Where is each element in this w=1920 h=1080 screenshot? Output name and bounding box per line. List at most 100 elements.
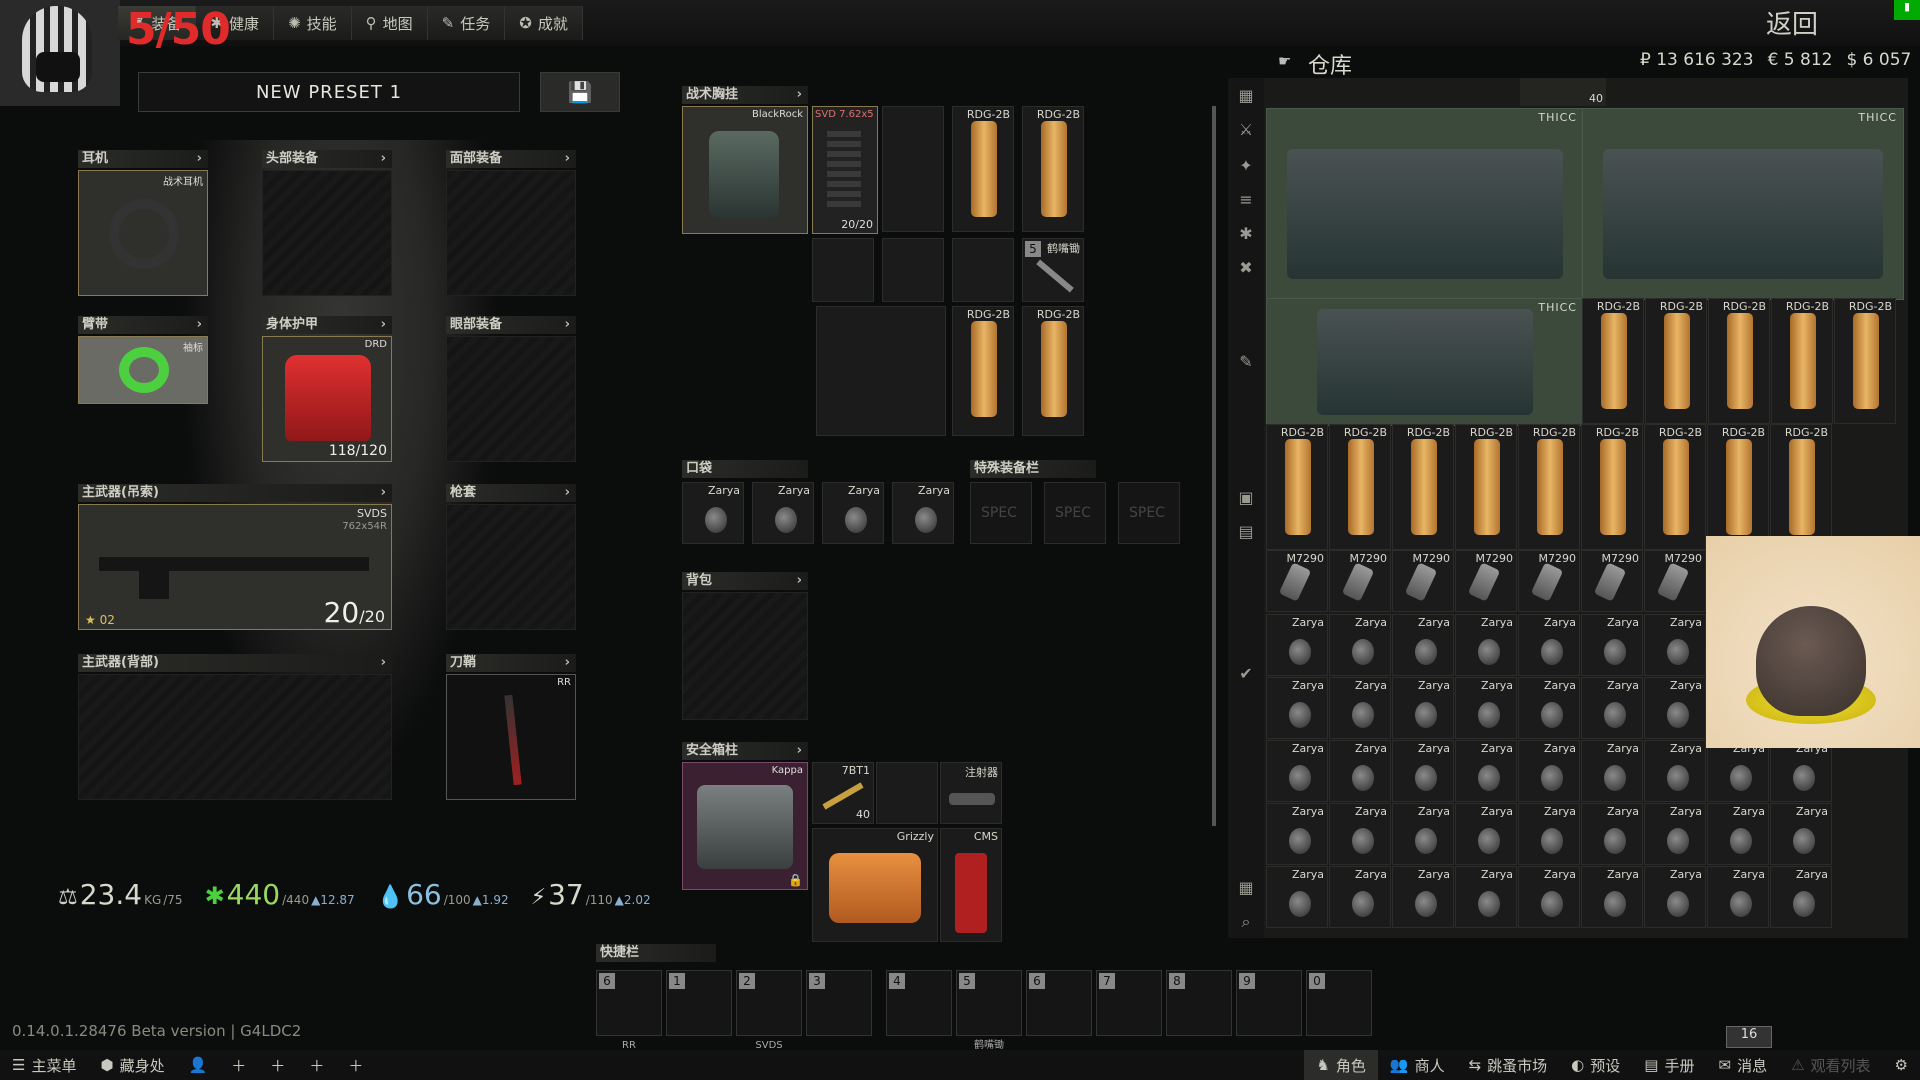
- stash-item-zarya[interactable]: Zarya: [1392, 614, 1454, 676]
- chevron-right-icon[interactable]: ›: [565, 654, 576, 672]
- rig-cell[interactable]: [882, 238, 944, 302]
- quickbar-slot[interactable]: 8: [1166, 970, 1232, 1036]
- stash-item-zarya[interactable]: Zarya: [1266, 866, 1328, 928]
- stash-item-zarya[interactable]: Zarya: [1581, 866, 1643, 928]
- chevron-right-icon[interactable]: ›: [381, 316, 392, 334]
- stash-item-zarya[interactable]: Zarya: [1518, 866, 1580, 928]
- rig-rdg-cell[interactable]: RDG-2B: [952, 306, 1014, 436]
- scabbard-slot[interactable]: RR: [446, 674, 576, 800]
- ammo-filter-icon[interactable]: ≡: [1236, 190, 1256, 210]
- secure-cms-cell[interactable]: CMS: [940, 828, 1002, 942]
- stash-item-rdg[interactable]: RDG-2B: [1771, 298, 1833, 424]
- chevron-right-icon[interactable]: ›: [197, 316, 208, 334]
- stash-item-m7290[interactable]: M7290: [1266, 550, 1328, 612]
- armband-slot[interactable]: 袖标: [78, 336, 208, 404]
- stash-item-zarya[interactable]: Zarya: [1329, 677, 1391, 739]
- stash-item-zarya[interactable]: Zarya: [1266, 677, 1328, 739]
- tab-achievements[interactable]: ✪ 成就: [505, 6, 583, 40]
- tab-skills[interactable]: ✺ 技能: [274, 6, 352, 40]
- quickbar-slot[interactable]: 3: [806, 970, 872, 1036]
- special-slot[interactable]: SPEC: [1118, 482, 1180, 544]
- special-slot[interactable]: SPEC: [970, 482, 1032, 544]
- stash-item-zarya[interactable]: Zarya: [1455, 803, 1517, 865]
- quickbar-slot[interactable]: 9: [1236, 970, 1302, 1036]
- stash-item-rdg[interactable]: RDG-2B: [1581, 424, 1643, 550]
- backpack-slot[interactable]: [682, 592, 808, 720]
- body-armor-slot[interactable]: DRD 118/120: [262, 336, 392, 462]
- stash-item-m7290[interactable]: M7290: [1581, 550, 1643, 612]
- stash-item-zarya[interactable]: Zarya: [1770, 740, 1832, 802]
- stash-item-zarya[interactable]: Zarya: [1581, 614, 1643, 676]
- stash-item-rdg[interactable]: RDG-2B: [1455, 424, 1517, 550]
- stash-item-zarya[interactable]: Zarya: [1266, 740, 1328, 802]
- rig-mag-cell[interactable]: SVD 7.62x5 20/20: [812, 106, 878, 234]
- chevron-right-icon[interactable]: ›: [797, 86, 808, 104]
- rig-rdg-cell[interactable]: RDG-2B: [1022, 106, 1084, 232]
- stash-item-zarya[interactable]: Zarya: [1518, 677, 1580, 739]
- stash-item-zarya[interactable]: Zarya: [1644, 803, 1706, 865]
- stash-item-rdg[interactable]: RDG-2B: [1266, 424, 1328, 550]
- weapon-filter-icon[interactable]: ⚔: [1236, 120, 1256, 140]
- quickbar-slot[interactable]: 7: [1096, 970, 1162, 1036]
- chevron-right-icon[interactable]: ›: [565, 316, 576, 334]
- stash-item-zarya[interactable]: Zarya: [1770, 803, 1832, 865]
- quickbar-slot[interactable]: 6: [1026, 970, 1092, 1036]
- chevron-right-icon[interactable]: ›: [381, 654, 392, 672]
- stash-item-zarya[interactable]: Zarya: [1392, 803, 1454, 865]
- character-button[interactable]: ♞ 角色: [1304, 1050, 1378, 1080]
- hideout-button[interactable]: ⬢ 藏身处: [88, 1050, 176, 1080]
- quickbar-slot[interactable]: 4: [886, 970, 952, 1036]
- grid-icon[interactable]: ▦: [1236, 86, 1256, 106]
- stash-item-zarya[interactable]: Zarya: [1392, 740, 1454, 802]
- stash-item-zarya[interactable]: Zarya: [1329, 740, 1391, 802]
- stash-item-rdg[interactable]: RDG-2B: [1708, 298, 1770, 424]
- chevron-right-icon[interactable]: ›: [797, 742, 808, 760]
- barter-filter-icon[interactable]: ✎: [1236, 352, 1256, 372]
- preset-name[interactable]: NEW PRESET 1: [138, 72, 520, 112]
- quickbar-slot[interactable]: 0: [1306, 970, 1372, 1036]
- containers-filter-icon[interactable]: ▣: [1236, 488, 1256, 508]
- headwear-slot[interactable]: [262, 170, 392, 296]
- meds-filter-icon[interactable]: ✱: [1236, 224, 1256, 244]
- thicc-case[interactable]: THICC: [1266, 298, 1584, 426]
- stash-item-m7290[interactable]: M7290: [1644, 550, 1706, 612]
- rig-cell[interactable]: [952, 238, 1014, 302]
- secure-injector-cell[interactable]: 注射器: [940, 762, 1002, 824]
- stash-item-zarya[interactable]: Zarya: [1455, 740, 1517, 802]
- tab-map[interactable]: ⚲ 地图: [351, 6, 428, 40]
- back-button[interactable]: 返回: [1766, 4, 1818, 41]
- traders-button[interactable]: 👥 商人: [1378, 1050, 1457, 1080]
- secure-cell[interactable]: [876, 762, 938, 824]
- stash-top-item[interactable]: 40: [1520, 78, 1606, 106]
- chevron-right-icon[interactable]: ›: [197, 150, 208, 168]
- chevron-right-icon[interactable]: ›: [565, 150, 576, 168]
- stash-item-zarya[interactable]: Zarya: [1770, 866, 1832, 928]
- primary-back-slot[interactable]: [78, 674, 392, 800]
- quickbar-slot[interactable]: 1: [666, 970, 732, 1036]
- pocket-cell[interactable]: Zarya: [682, 482, 744, 544]
- chevron-right-icon[interactable]: ›: [381, 484, 392, 502]
- eyewear-slot[interactable]: [446, 336, 576, 462]
- sort-icon[interactable]: ▦: [1236, 878, 1256, 898]
- stash-item-zarya[interactable]: Zarya: [1644, 740, 1706, 802]
- add-slot-button[interactable]: ＋: [219, 1050, 258, 1080]
- rig-cell[interactable]: [812, 238, 874, 302]
- primary-sling-slot[interactable]: SVDS 762x54R ★ 02 20/20: [78, 504, 392, 630]
- stash-item-zarya[interactable]: Zarya: [1329, 866, 1391, 928]
- stash-item-rdg[interactable]: RDG-2B: [1834, 298, 1896, 424]
- gear-filter-icon[interactable]: ✦: [1236, 156, 1256, 176]
- stash-item-zarya[interactable]: Zarya: [1329, 803, 1391, 865]
- stash-item-m7290[interactable]: M7290: [1392, 550, 1454, 612]
- stash-item-rdg[interactable]: RDG-2B: [1329, 424, 1391, 550]
- stash-item-zarya[interactable]: Zarya: [1581, 803, 1643, 865]
- stash-item-zarya[interactable]: Zarya: [1266, 614, 1328, 676]
- thicc-case[interactable]: THICC: [1266, 108, 1584, 300]
- stash-item-rdg[interactable]: RDG-2B: [1518, 424, 1580, 550]
- stash-item-zarya[interactable]: Zarya: [1707, 866, 1769, 928]
- tools-filter-icon[interactable]: ✖: [1236, 258, 1256, 278]
- gear-scrollbar[interactable]: [1212, 106, 1216, 826]
- face-cover-slot[interactable]: [446, 170, 576, 296]
- thicc-case[interactable]: THICC: [1582, 108, 1904, 300]
- stash-item-m7290[interactable]: M7290: [1455, 550, 1517, 612]
- stash-item-zarya[interactable]: Zarya: [1644, 677, 1706, 739]
